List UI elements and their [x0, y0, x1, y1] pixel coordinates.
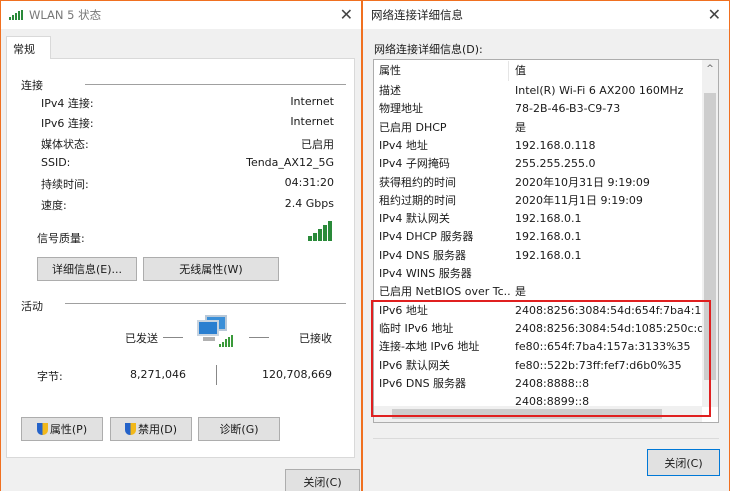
- list-item[interactable]: IPv4 WINS 服务器: [375, 265, 702, 283]
- column-header-value[interactable]: 值: [515, 61, 526, 81]
- diagnose-button[interactable]: 诊断(G): [198, 417, 280, 441]
- tab-general[interactable]: 常规: [6, 36, 51, 59]
- close-icon[interactable]: ✕: [708, 5, 721, 24]
- sent-label: 已发送: [125, 332, 158, 345]
- row-value: 04:31:20: [284, 176, 334, 190]
- connection-row: SSID: Tenda_AX12_5G: [27, 156, 334, 172]
- row-value: 2.4 Gbps: [284, 196, 334, 210]
- tab-panel: 连接 IPv4 连接: Internet IPv6 连接: Internet 媒体状态:…: [6, 58, 355, 458]
- list-item[interactable]: 描述 Intel(R) Wi-Fi 6 AX200 160MHz: [375, 82, 702, 100]
- ipv6-highlight-box: [371, 300, 711, 417]
- property-value: 192.168.0.1: [515, 248, 582, 262]
- property-name: IPv4 DHCP 服务器: [379, 230, 474, 244]
- tab-label: 常规: [13, 43, 35, 56]
- connection-row: 持续时间: 04:31:20: [27, 176, 334, 192]
- property-value: 2020年11月1日 9:19:09: [515, 193, 643, 207]
- network-details-window: 网络连接详细信息 ✕ 网络连接详细信息(D): 属性 值 描述 Intel(R) …: [363, 1, 729, 491]
- signal-bars-icon: [308, 221, 332, 241]
- connection-row: IPv6 连接: Internet: [27, 115, 334, 131]
- row-value: Tenda_AX12_5G: [246, 155, 334, 169]
- bytes-received-value: 120,708,669: [262, 368, 332, 381]
- property-value: 255.255.255.0: [515, 157, 596, 171]
- property-name: 已启用 DHCP: [379, 120, 447, 134]
- title-bar: 网络连接详细信息 ✕: [363, 1, 729, 29]
- row-label: 速度:: [41, 198, 67, 212]
- bytes-label: 字节:: [37, 370, 63, 383]
- row-value: Internet: [290, 115, 334, 129]
- property-value: Intel(R) Wi-Fi 6 AX200 160MHz: [515, 84, 684, 97]
- close-icon[interactable]: ✕: [340, 5, 353, 24]
- list-item[interactable]: 物理地址 78-2B-46-B3-C9-73: [375, 100, 702, 118]
- row-label: IPv4 连接:: [41, 97, 94, 110]
- details-list-label: 网络连接详细信息(D):: [374, 43, 483, 56]
- close-button[interactable]: 关闭(C): [285, 469, 360, 491]
- row-label: 持续时间:: [41, 178, 89, 192]
- details-button[interactable]: 详细信息(E)...: [37, 257, 137, 281]
- list-item[interactable]: IPv4 子网掩码 255.255.255.0: [375, 155, 702, 173]
- row-label: SSID:: [41, 155, 71, 169]
- button-label: 属性(P): [49, 423, 88, 436]
- row-label: IPv6 连接:: [41, 117, 94, 131]
- connection-heading: 连接: [21, 79, 43, 92]
- properties-button[interactable]: 属性(P): [21, 417, 103, 441]
- property-value: 192.168.0.118: [515, 138, 596, 152]
- list-item[interactable]: 已启用 DHCP 是: [375, 119, 702, 137]
- shield-icon: [124, 423, 136, 435]
- property-name: IPv4 默认网关: [379, 212, 450, 226]
- property-value: 2020年10月31日 9:19:09: [515, 175, 650, 189]
- list-item[interactable]: 租约过期的时间 2020年11月1日 9:19:09: [375, 192, 702, 210]
- window-title: WLAN 5 状态: [29, 8, 102, 22]
- property-value: 192.168.0.1: [515, 230, 582, 244]
- property-name: IPv4 DNS 服务器: [379, 248, 467, 262]
- property-name: 租约过期的时间: [379, 193, 456, 207]
- row-value: 已启用: [301, 137, 334, 151]
- connection-row: 媒体状态: 已启用: [27, 136, 334, 152]
- property-name: 物理地址: [379, 102, 423, 116]
- row-value: Internet: [290, 95, 334, 108]
- network-computers-icon: [197, 315, 233, 349]
- property-name: 获得租约的时间: [379, 175, 456, 189]
- property-name: IPv4 WINS 服务器: [379, 267, 472, 280]
- list-header: 属性 值: [375, 61, 702, 81]
- bytes-sent-value: 8,271,046: [130, 368, 186, 381]
- property-name: 描述: [379, 84, 401, 97]
- button-label: 禁用(D): [137, 423, 178, 436]
- window-title: 网络连接详细信息: [371, 8, 463, 22]
- list-item[interactable]: IPv4 DNS 服务器 192.168.0.1: [375, 247, 702, 265]
- list-item[interactable]: IPv4 默认网关 192.168.0.1: [375, 210, 702, 228]
- property-name: IPv4 子网掩码: [379, 157, 450, 171]
- wlan-status-window: WLAN 5 状态 ✕ 常规 连接 IPv4 连接: Internet IPv6 连…: [1, 1, 361, 491]
- signal-quality-label: 信号质量:: [37, 232, 85, 245]
- list-item[interactable]: 获得租约的时间 2020年10月31日 9:19:09: [375, 174, 702, 192]
- list-item[interactable]: IPv4 地址 192.168.0.118: [375, 137, 702, 155]
- connection-row: 速度: 2.4 Gbps: [27, 197, 334, 213]
- wireless-properties-button[interactable]: 无线属性(W): [143, 257, 279, 281]
- row-label: 媒体状态:: [41, 137, 89, 151]
- property-value: 是: [515, 120, 526, 134]
- column-header-property[interactable]: 属性: [379, 61, 511, 81]
- property-name: IPv4 地址: [379, 138, 428, 152]
- wifi-signal-icon: [9, 10, 23, 20]
- title-bar: WLAN 5 状态 ✕: [1, 1, 361, 29]
- close-button[interactable]: 关闭(C): [647, 449, 720, 476]
- property-value: 192.168.0.1: [515, 212, 582, 226]
- property-value: 是: [515, 285, 526, 299]
- list-item[interactable]: IPv4 DHCP 服务器 192.168.0.1: [375, 228, 702, 246]
- list-item[interactable]: 已启用 NetBIOS over Tc... 是: [375, 283, 702, 301]
- activity-heading: 活动: [21, 300, 43, 313]
- disable-button[interactable]: 禁用(D): [110, 417, 192, 441]
- property-value: 78-2B-46-B3-C9-73: [515, 102, 621, 116]
- shield-icon: [36, 423, 48, 435]
- property-name: 已启用 NetBIOS over Tc...: [379, 285, 511, 299]
- received-label: 已接收: [299, 332, 332, 345]
- connection-row: IPv4 连接: Internet: [27, 95, 334, 111]
